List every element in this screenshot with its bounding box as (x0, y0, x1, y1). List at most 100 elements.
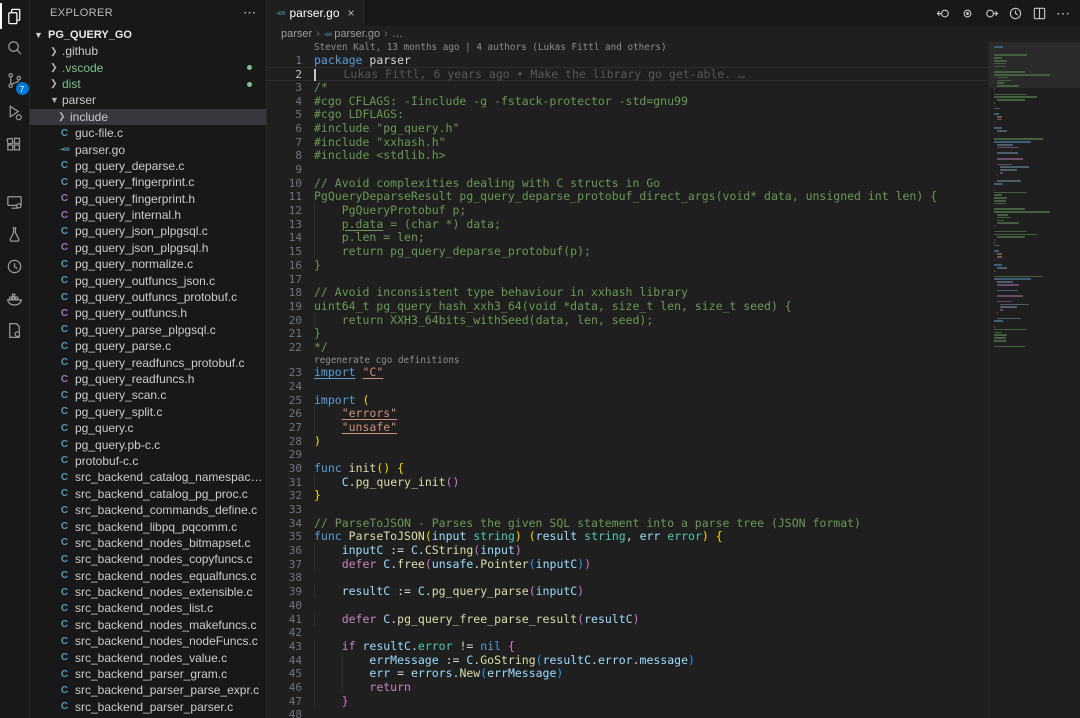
code-line-44[interactable]: 44 errMessage := C.GoString(resultC.erro… (267, 654, 988, 668)
code-line-35[interactable]: 35func ParseToJSON(input string) (result… (267, 530, 988, 544)
code-line-41[interactable]: 41 defer C.pg_query_free_parse_result(re… (267, 613, 988, 627)
tree-file-pg_query_readfuncs_protobuf.c[interactable]: Cpg_query_readfuncs_protobuf.c (30, 354, 266, 370)
tree-file-pg_query_internal.h[interactable]: Cpg_query_internal.h (30, 207, 266, 223)
tab-parser-go[interactable]: -∞ parser.go × (267, 0, 364, 26)
tree-file-pg_query_readfuncs.h[interactable]: Cpg_query_readfuncs.h (30, 371, 266, 387)
tree-file-src_backend_parser_parse_expr.c[interactable]: Csrc_backend_parser_parse_expr.c (30, 682, 266, 698)
tree-file-pg_query_json_plpgsql.c[interactable]: Cpg_query_json_plpgsql.c (30, 223, 266, 239)
tree-folder-.github[interactable]: ❯.github (30, 43, 266, 59)
tree-file-src_backend_parser_gram.c[interactable]: Csrc_backend_parser_gram.c (30, 666, 266, 682)
tree-file-pg_query_outfuncs_protobuf.c[interactable]: Cpg_query_outfuncs_protobuf.c (30, 289, 266, 305)
code-line-36[interactable]: 36 inputC := C.CString(input) (267, 544, 988, 558)
close-tab-icon[interactable]: × (348, 6, 355, 20)
code-line-5[interactable]: 5#cgo LDFLAGS: (267, 108, 988, 122)
code-line-43[interactable]: 43 if resultC.error != nil { (267, 640, 988, 654)
code-line-13[interactable]: 13 p.data = (char *) data; (267, 218, 988, 232)
code-line-1[interactable]: 1package parser (267, 54, 988, 68)
code-line-45[interactable]: 45 err = errors.New(errMessage) (267, 667, 988, 681)
code-line-11[interactable]: 11PgQueryDeparseResult pg_query_deparse_… (267, 190, 988, 204)
tree-file-guc-file.c[interactable]: Cguc-file.c (30, 125, 266, 141)
code-line-39[interactable]: 39 resultC := C.pg_query_parse(inputC) (267, 585, 988, 599)
code-line-16[interactable]: 16} (267, 259, 988, 273)
tree-file-src_backend_nodes_value.c[interactable]: Csrc_backend_nodes_value.c (30, 649, 266, 665)
code-line-22[interactable]: 22*/ (267, 341, 988, 355)
tree-file-src_backend_nodes_equalfuncs.c[interactable]: Csrc_backend_nodes_equalfuncs.c (30, 568, 266, 584)
testing-flask-icon[interactable] (0, 218, 30, 250)
code-line-21[interactable]: 21} (267, 327, 988, 341)
tree-file-src_backend_nodes_makefuncs.c[interactable]: Csrc_backend_nodes_makefuncs.c (30, 617, 266, 633)
code-line-9[interactable]: 9 (267, 163, 988, 177)
code-line-29[interactable]: 29 (267, 448, 988, 462)
code-line-28[interactable]: 28) (267, 435, 988, 449)
tree-file-src_backend_nodes_nodeFuncs.c[interactable]: Csrc_backend_nodes_nodeFuncs.c (30, 633, 266, 649)
code-line-31[interactable]: 31 C.pg_query_init() (267, 476, 988, 490)
open-changes-icon[interactable] (960, 6, 975, 21)
tree-file-pg_query_outfuncs_json.c[interactable]: Cpg_query_outfuncs_json.c (30, 272, 266, 288)
code-line-37[interactable]: 37 defer C.free(unsafe.Pointer(inputC)) (267, 558, 988, 572)
code-line-6[interactable]: 6#include "pg_query.h" (267, 122, 988, 136)
more-actions-icon[interactable]: ⋯ (1056, 5, 1070, 22)
tree-file-pg_query_normalize.c[interactable]: Cpg_query_normalize.c (30, 256, 266, 272)
tree-file-src_backend_catalog_pg_proc.c[interactable]: Csrc_backend_catalog_pg_proc.c (30, 486, 266, 502)
code-line-4[interactable]: 4#cgo CFLAGS: -Iinclude -g -fstack-prote… (267, 95, 988, 109)
code-line-27[interactable]: 27 "unsafe" (267, 421, 988, 435)
tree-file-pg_query_fingerprint.c[interactable]: Cpg_query_fingerprint.c (30, 174, 266, 190)
next-change-icon[interactable] (984, 6, 999, 21)
tree-file-protobuf-c.c[interactable]: Cprotobuf-c.c (30, 453, 266, 469)
code-line-3[interactable]: 3/* (267, 81, 988, 95)
tree-file-pg_query_outfuncs.h[interactable]: Cpg_query_outfuncs.h (30, 305, 266, 321)
tree-file-pg_query_split.c[interactable]: Cpg_query_split.c (30, 404, 266, 420)
tree-file-pg_query_scan.c[interactable]: Cpg_query_scan.c (30, 387, 266, 403)
breadcrumb-folder[interactable]: parser (281, 28, 312, 40)
explorer-icon[interactable] (0, 0, 30, 32)
code-line-42[interactable]: 42 (267, 626, 988, 640)
tree-file-src_backend_parser_parser.c[interactable]: Csrc_backend_parser_parser.c (30, 699, 266, 715)
code-line-12[interactable]: 12 PgQueryProtobuf p; (267, 204, 988, 218)
code-line-40[interactable]: 40 (267, 599, 988, 613)
tree-file-pg_query_json_plpgsql.h[interactable]: Cpg_query_json_plpgsql.h (30, 240, 266, 256)
tree-folder-dist[interactable]: ❯dist (30, 76, 266, 92)
code-line-15[interactable]: 15 return pg_query_deparse_protobuf(p); (267, 245, 988, 259)
minimap[interactable] (988, 42, 1080, 718)
tree-file-pg_query_parse_plpgsql.c[interactable]: Cpg_query_parse_plpgsql.c (30, 322, 266, 338)
tree-folder-.vscode[interactable]: ❯.vscode (30, 59, 266, 75)
code-line-24[interactable]: 24 (267, 380, 988, 394)
docker-icon[interactable] (0, 282, 30, 314)
code-line-46[interactable]: 46 return (267, 681, 988, 695)
tree-file-pg_query_fingerprint.h[interactable]: Cpg_query_fingerprint.h (30, 191, 266, 207)
tree-file-src_backend_nodes_bitmapset.c[interactable]: Csrc_backend_nodes_bitmapset.c (30, 535, 266, 551)
code-line-32[interactable]: 32} (267, 489, 988, 503)
breadcrumb-file[interactable]: parser.go (334, 28, 380, 40)
tree-file-pg_query_parse.c[interactable]: Cpg_query_parse.c (30, 338, 266, 354)
tree-folder-include[interactable]: ❯include (30, 109, 266, 125)
code-line-30[interactable]: 30func init() { (267, 462, 988, 476)
tree-file-pg_query.c[interactable]: Cpg_query.c (30, 420, 266, 436)
extensions-icon[interactable] (0, 128, 30, 160)
code-lines[interactable]: Steven Kalt, 13 months ago | 4 authors (… (267, 42, 988, 718)
search-icon[interactable] (0, 32, 30, 64)
gitlens-icon[interactable] (0, 250, 30, 282)
section-pg-query-go[interactable]: ▼ PG_QUERY_GO (30, 26, 266, 43)
tree-folder-parser[interactable]: ▼parser (30, 92, 266, 108)
tree-file-src_backend_commands_define.c[interactable]: Csrc_backend_commands_define.c (30, 502, 266, 518)
code-line-20[interactable]: 20 return XXH3_64bits_withSeed(data, len… (267, 314, 988, 328)
code-line-8[interactable]: 8#include <stdlib.h> (267, 149, 988, 163)
run-debug-icon[interactable] (0, 96, 30, 128)
split-editor-icon[interactable] (1032, 6, 1047, 21)
previous-change-icon[interactable] (936, 6, 951, 21)
code-line-33[interactable]: 33 (267, 503, 988, 517)
source-control-icon[interactable]: 7 (0, 64, 30, 96)
code-line-2[interactable]: 2Lukas Fittl, 6 years ago • Make the lib… (267, 67, 988, 81)
tree-file-parser.go[interactable]: -∞parser.go (30, 141, 266, 157)
remote-explorer-icon[interactable] (0, 186, 30, 218)
code-line-7[interactable]: 7#include "xxhash.h" (267, 136, 988, 150)
code-line-17[interactable]: 17 (267, 273, 988, 287)
code-line-34[interactable]: 34// ParseToJSON - Parses the given SQL … (267, 517, 988, 531)
code-line-18[interactable]: 18// Avoid inconsistent type behaviour i… (267, 286, 988, 300)
code-line-38[interactable]: 38 (267, 571, 988, 585)
code-line-48[interactable]: 48 (267, 708, 988, 718)
code-line-23[interactable]: 23import "C" (267, 366, 988, 380)
code-line-25[interactable]: 25import ( (267, 394, 988, 408)
code-line-10[interactable]: 10// Avoid complexities dealing with C s… (267, 177, 988, 191)
code-line-26[interactable]: 26 "errors" (267, 407, 988, 421)
